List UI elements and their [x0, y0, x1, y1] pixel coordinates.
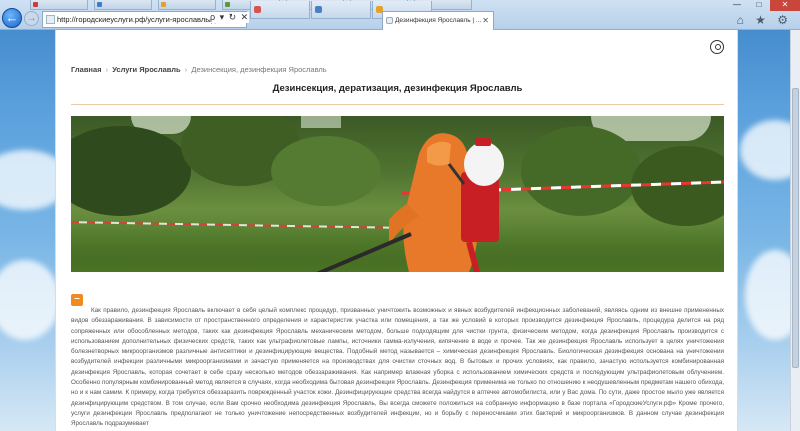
tab-item[interactable]	[250, 1, 310, 19]
back-button[interactable]: ←	[2, 8, 22, 28]
tab-favicon-icon	[225, 2, 230, 7]
collapse-toggle-button[interactable]: –	[71, 294, 83, 306]
upper-tab-item[interactable]	[30, 0, 88, 10]
search-icon[interactable]	[710, 40, 724, 54]
minimize-button[interactable]: —	[726, 0, 748, 11]
browser-toolbar: ← → http://городскиеуслуги.рф/услуги-яро…	[0, 0, 800, 30]
upper-tab-item[interactable]	[158, 0, 216, 10]
breadcrumb-separator: ›	[184, 65, 188, 74]
forward-button[interactable]: →	[24, 11, 39, 26]
tab-favicon-icon	[254, 6, 261, 13]
person-in-protective-suit	[389, 133, 504, 272]
address-bar-actions[interactable]: ρ ▾ ↻ ✕	[210, 12, 250, 23]
scrollbar-thumb[interactable]	[792, 88, 799, 368]
tab-favicon-icon	[386, 17, 393, 24]
tab-active[interactable]: Дезинфекция Ярославль | ... ✕	[382, 11, 494, 30]
maximize-button[interactable]: □	[748, 0, 770, 11]
breadcrumb-separator: ›	[105, 65, 109, 74]
tab-favicon-icon	[97, 2, 102, 7]
home-favorites-settings-icons[interactable]: ⌂ ★ ⚙	[737, 13, 792, 27]
title-divider	[71, 104, 724, 105]
tab-item[interactable]	[311, 1, 371, 19]
breadcrumb: Главная › Услуги Ярославль › Дезинсекция…	[71, 65, 327, 74]
close-window-button[interactable]: ✕	[770, 0, 800, 11]
page-title: Дезинсекция, дератизация, дезинфекция Яр…	[272, 83, 523, 94]
page-scrollbar[interactable]	[790, 30, 800, 431]
page-content: Главная › Услуги Ярославль › Дезинсекция…	[55, 30, 738, 431]
tab-favicon-icon	[315, 6, 322, 13]
breadcrumb-current: Дезинсекция, дезинфекция Ярославль	[191, 65, 327, 74]
site-favicon-icon	[46, 15, 55, 24]
tab-close-icon[interactable]: ✕	[482, 12, 489, 29]
cloud	[0, 260, 60, 340]
tab-favicon-icon	[33, 2, 38, 7]
hero-photo-disinfection	[71, 116, 724, 272]
upper-tab-item[interactable]	[94, 0, 152, 10]
breadcrumb-home-link[interactable]: Главная	[71, 65, 102, 74]
breadcrumb-section-link[interactable]: Услуги Ярославль	[112, 65, 180, 74]
tab-favicon-icon	[161, 2, 166, 7]
window-controls: — □ ✕	[726, 0, 800, 11]
article-body: Как правило, дезинфекция Ярославль включ…	[71, 307, 724, 428]
tab-active-label: Дезинфекция Ярославль | ...	[395, 17, 482, 24]
